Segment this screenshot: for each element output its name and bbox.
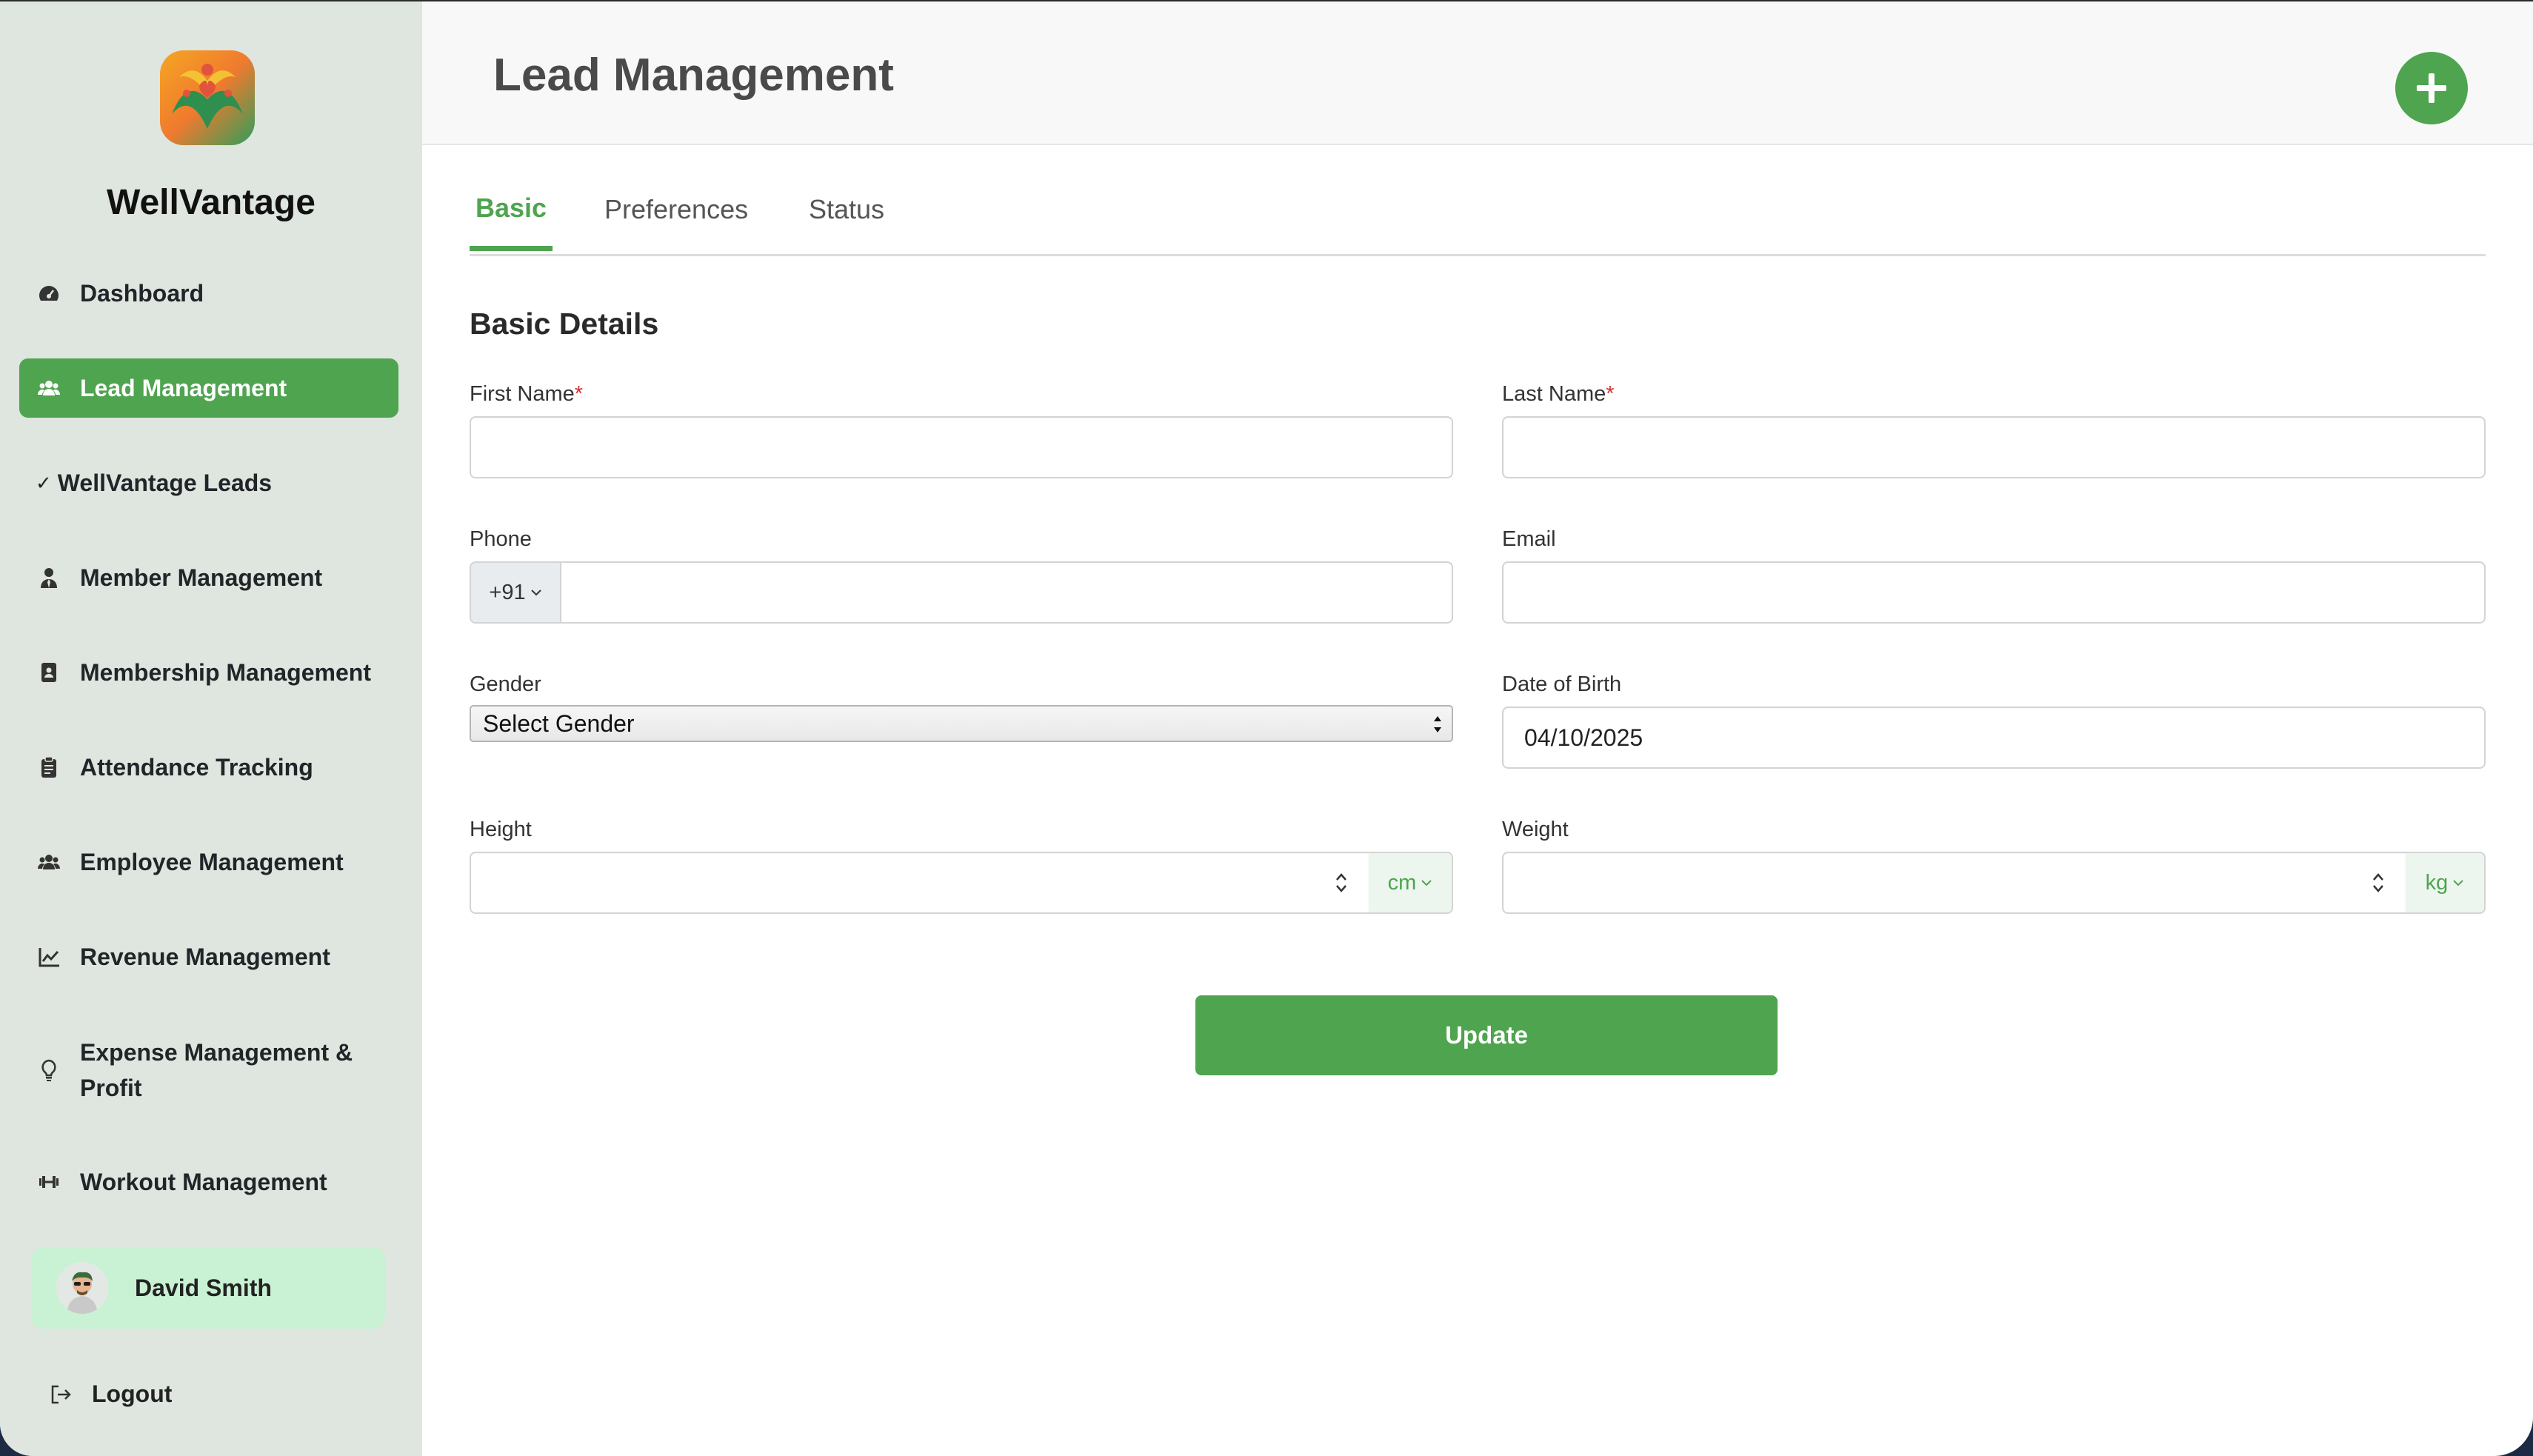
section-title: Basic Details	[470, 307, 659, 341]
plus-circle-icon	[2417, 73, 2446, 103]
speedometer-icon	[36, 280, 62, 307]
dob-field[interactable]: 04/10/2025	[1502, 707, 2486, 769]
dob-label: Date of Birth	[1502, 672, 1622, 696]
sidebar-item-dashboard[interactable]: Dashboard	[19, 264, 398, 323]
id-card-icon	[36, 659, 62, 686]
sidebar-item-label: Workout Management	[80, 1168, 327, 1195]
sidebar-item-label: Member Management	[80, 564, 323, 591]
gender-select[interactable]: Select Gender	[470, 705, 1453, 742]
chevron-down-icon	[530, 590, 541, 596]
weight-field[interactable]	[1502, 852, 2407, 914]
sidebar-item-employee-management[interactable]: Employee Management	[19, 832, 398, 892]
sidebar-item-expense-management[interactable]: Expense Management & Profit	[19, 1029, 398, 1111]
height-label: Height	[470, 818, 532, 841]
tab-preferences[interactable]: Preferences	[598, 194, 754, 247]
sidebar-item-label: Lead Management	[80, 374, 287, 401]
first-name-field[interactable]	[470, 416, 1453, 478]
tab-basic[interactable]: Basic	[470, 193, 553, 251]
country-code-value: +91	[489, 580, 526, 604]
lightbulb-icon	[36, 1057, 62, 1083]
email-label: Email	[1502, 527, 1556, 551]
page-header: Lead Management	[422, 1, 2533, 145]
logout-icon	[51, 1385, 71, 1403]
chart-line-icon	[36, 944, 62, 970]
page-title: Lead Management	[493, 50, 894, 101]
weight-label: Weight	[1502, 818, 1569, 841]
sidebar-item-workout-management[interactable]: Workout Management	[19, 1152, 398, 1212]
height-field[interactable]	[470, 852, 1370, 914]
user-tie-icon	[36, 564, 62, 591]
brand-logo	[157, 47, 258, 148]
select-arrows-icon	[1434, 716, 1441, 732]
add-lead-button[interactable]	[2395, 52, 2468, 124]
update-button[interactable]: Update	[1195, 995, 1778, 1075]
spinner-icon[interactable]	[2370, 868, 2386, 898]
first-name-label-text: First Name	[470, 382, 575, 406]
sidebar-item-membership-management[interactable]: Membership Management	[19, 643, 398, 702]
last-name-label: Last Name*	[1502, 382, 1615, 407]
required-marker: *	[1606, 382, 1615, 406]
sidebar-item-label: Employee Management	[80, 848, 344, 875]
email-field[interactable]	[1502, 561, 2486, 624]
sidebar-item-label: WellVantage Leads	[57, 469, 273, 496]
tab-bar: Basic Preferences Status	[470, 184, 2486, 256]
country-code-select[interactable]: +91	[470, 561, 561, 624]
sidebar-item-label: Dashboard	[80, 279, 204, 307]
logout-label: Logout	[92, 1380, 173, 1407]
chevron-down-icon	[1421, 880, 1432, 886]
sidebar: WellVantage Dashboard Lead Management ✓ …	[0, 1, 422, 1456]
sidebar-item-member-management[interactable]: Member Management	[19, 548, 398, 607]
chevron-down-icon	[2453, 880, 2464, 886]
gender-selected: Select Gender	[483, 709, 635, 737]
phone-field[interactable]	[560, 561, 1453, 624]
required-marker: *	[574, 382, 584, 406]
sidebar-item-label: Membership Management	[80, 658, 371, 686]
sidebar-item-label: Attendance Tracking	[80, 753, 313, 781]
spinner-icon[interactable]	[1333, 868, 1349, 898]
users-icon	[36, 375, 62, 401]
sidebar-item-label: Revenue Management	[80, 943, 330, 970]
height-unit: cm	[1387, 870, 1417, 895]
tab-status[interactable]: Status	[803, 194, 890, 247]
brand-name: WellVantage	[107, 183, 316, 222]
first-name-label: First Name*	[470, 382, 583, 407]
users-icon	[36, 849, 62, 875]
avatar	[56, 1262, 108, 1314]
check-icon: ✓	[36, 471, 52, 494]
logout-button[interactable]: Logout	[49, 1380, 172, 1408]
weight-unit-select[interactable]: kg	[2406, 852, 2486, 914]
app-window: WellVantage Dashboard Lead Management ✓ …	[0, 0, 2533, 1456]
sidebar-item-label: Expense Management & Profit	[80, 1039, 353, 1101]
user-profile-card[interactable]: David Smith	[31, 1247, 385, 1329]
phone-label: Phone	[470, 527, 532, 551]
sidebar-item-attendance-tracking[interactable]: Attendance Tracking	[19, 738, 398, 797]
clipboard-icon	[36, 754, 62, 781]
user-name: David Smith	[135, 1274, 272, 1301]
gender-label: Gender	[470, 672, 541, 696]
dumbbell-icon	[36, 1169, 62, 1195]
sidebar-item-lead-management[interactable]: Lead Management	[19, 358, 398, 418]
sidebar-item-wellvantage-leads[interactable]: ✓ WellVantage Leads	[19, 453, 398, 512]
sidebar-item-revenue-management[interactable]: Revenue Management	[19, 927, 398, 986]
weight-unit: kg	[2425, 870, 2449, 895]
height-unit-select[interactable]: cm	[1369, 852, 1453, 914]
last-name-field[interactable]	[1502, 416, 2486, 478]
last-name-label-text: Last Name	[1502, 382, 1606, 406]
